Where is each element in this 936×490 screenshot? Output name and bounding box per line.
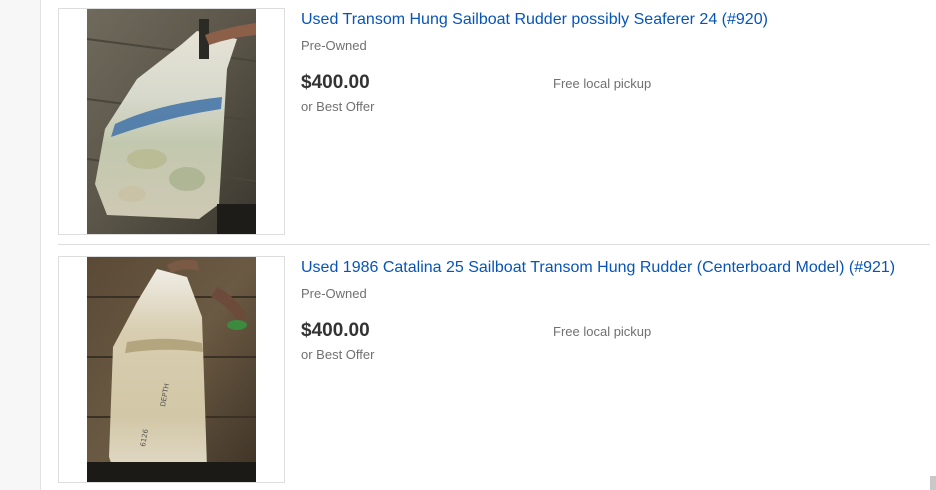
rudder-photo	[87, 9, 256, 234]
condition-label: Pre-Owned	[301, 38, 367, 53]
condition-label: Pre-Owned	[301, 286, 367, 301]
left-rail	[0, 0, 41, 490]
listing-title-link[interactable]: Used 1986 Catalina 25 Sailboat Transom H…	[301, 259, 895, 277]
shipping-label: Free local pickup	[553, 76, 652, 91]
listing-thumbnail[interactable]: DEPTH 6126	[58, 256, 285, 483]
shipping-label: Free local pickup	[553, 324, 652, 339]
price: $400.00	[301, 72, 370, 93]
listing-title-link[interactable]: Used Transom Hung Sailboat Rudder possib…	[301, 11, 768, 29]
scrollbar-thumb[interactable]	[930, 476, 936, 490]
rudder-photo: DEPTH 6126	[87, 257, 256, 482]
best-offer-label: or Best Offer	[301, 347, 375, 362]
divider	[58, 244, 930, 245]
best-offer-label: or Best Offer	[301, 99, 375, 114]
listing-item: DEPTH 6126 Used 1986 Catalina 25 Sailboa…	[58, 256, 930, 486]
price: $400.00	[301, 320, 370, 341]
listing-item: Used Transom Hung Sailboat Rudder possib…	[58, 8, 930, 238]
listing-thumbnail[interactable]	[58, 8, 285, 235]
